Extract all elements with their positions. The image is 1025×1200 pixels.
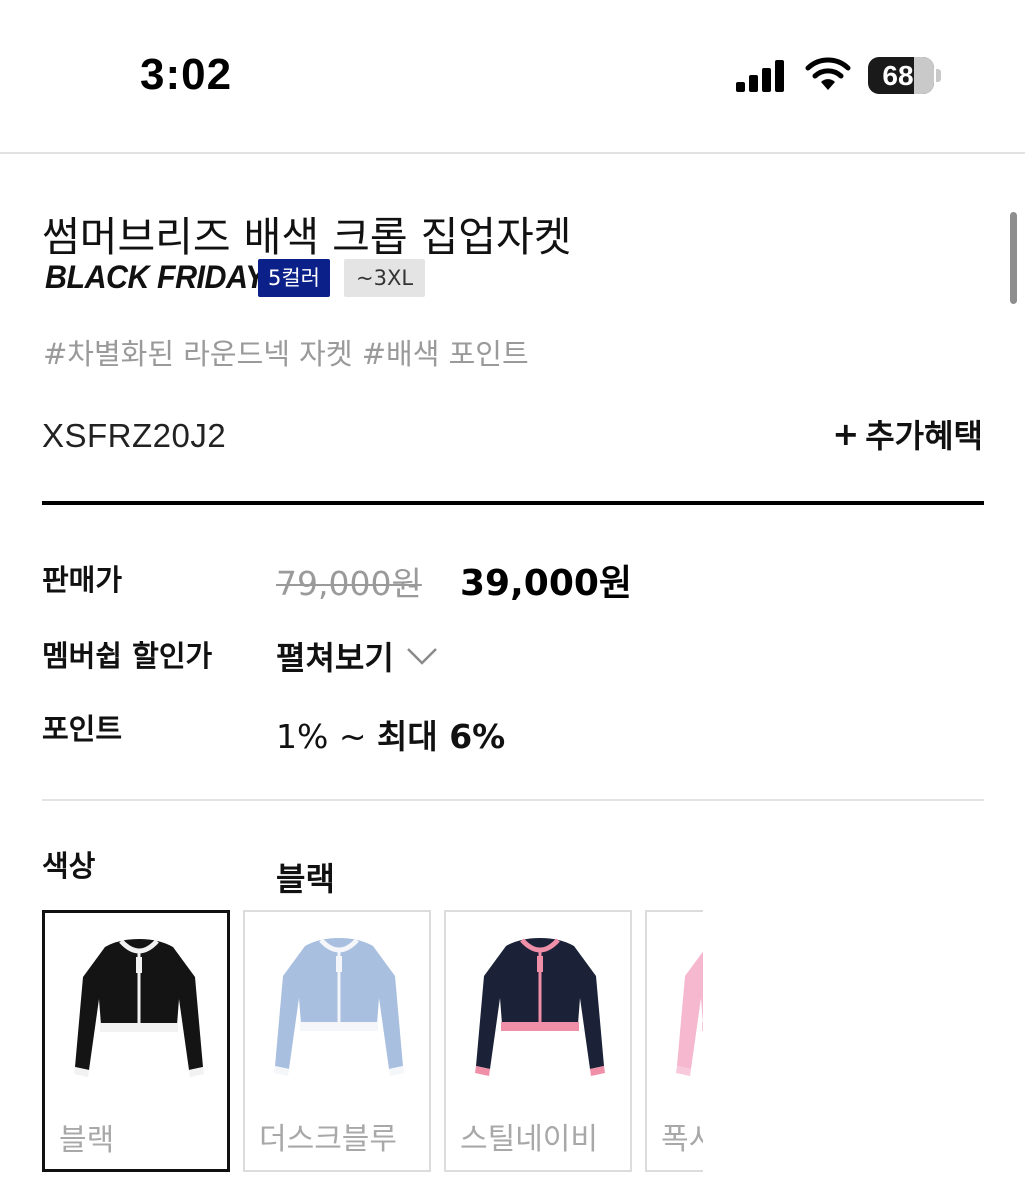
point-value: 1% ~ 최대 6% — [276, 710, 505, 758]
swatch-label: 더스크블루 — [259, 1122, 397, 1157]
jacket-image — [274, 938, 404, 1076]
color-label: 색상 — [42, 849, 96, 883]
product-code: XSFRZ20J2 — [42, 417, 227, 454]
status-time: 3:02 — [140, 50, 233, 99]
jacket-image — [676, 951, 703, 1076]
swatch-label: 스틸네이비 — [460, 1122, 598, 1157]
pricing-divider — [42, 799, 984, 801]
battery-body: 68 — [868, 57, 934, 94]
black-friday-badge: BLACK FRIDAY — [45, 259, 266, 295]
zipper-pull — [136, 957, 142, 973]
membership-expand-button[interactable]: 펼쳐보기 — [276, 633, 438, 679]
sale-price: 39,000원 — [460, 563, 633, 604]
section-divider — [42, 501, 984, 505]
scrollbar[interactable] — [1010, 212, 1017, 304]
color-count-badge: 5컬러 — [258, 259, 331, 297]
expand-label: 펼쳐보기 — [276, 639, 394, 677]
color-swatch-foxy[interactable]: 폭시 — [645, 910, 703, 1172]
zipper-pull — [336, 956, 342, 972]
hem-band — [702, 1022, 703, 1031]
jacket-image — [475, 938, 605, 1076]
battery-level: 68 — [882, 60, 914, 91]
signal-icon — [736, 60, 784, 92]
original-price: 79,000원 — [276, 564, 422, 603]
sleeve-left — [677, 951, 703, 1069]
wifi-icon — [805, 57, 851, 90]
point-max: 최대 6% — [376, 717, 506, 756]
battery-nub — [936, 69, 941, 82]
product-hashtags: #차별화된 라운드넥 자켓 #배색 포인트 — [43, 337, 529, 371]
battery-icon: 68 — [868, 57, 942, 94]
extra-benefit-label: 추가혜택 — [865, 417, 983, 455]
color-swatch-steel-navy[interactable]: 스틸네이비 — [444, 910, 632, 1172]
status-bar: 3:02 68 — [0, 0, 1025, 154]
jacket-image — [74, 939, 204, 1077]
color-swatch-dusk-blue[interactable]: 더스크블루 — [243, 910, 431, 1172]
point-min: 1% ~ — [276, 717, 377, 756]
color-swatch-list[interactable]: 블랙 더스크블루 스틸네이비 폭시 — [42, 910, 703, 1172]
sale-price-label: 판매가 — [42, 563, 123, 597]
chevron-down-icon — [406, 648, 437, 665]
membership-price-label: 멤버쉽 할인가 — [42, 639, 213, 673]
swatch-label: 폭시 — [661, 1122, 703, 1157]
point-label: 포인트 — [42, 712, 123, 746]
size-range-badge: ~3XL — [344, 259, 426, 297]
swatch-label: 블랙 — [59, 1123, 115, 1158]
product-title: 썸머브리즈 배색 크롭 집업자켓 — [42, 213, 572, 261]
selected-color-name: 블랙 — [276, 860, 335, 898]
plus-icon: + — [832, 415, 860, 453]
zipper-pull — [537, 956, 543, 972]
color-swatch-black[interactable]: 블랙 — [42, 910, 230, 1172]
extra-benefit-button[interactable]: + 추가혜택 — [832, 411, 983, 457]
